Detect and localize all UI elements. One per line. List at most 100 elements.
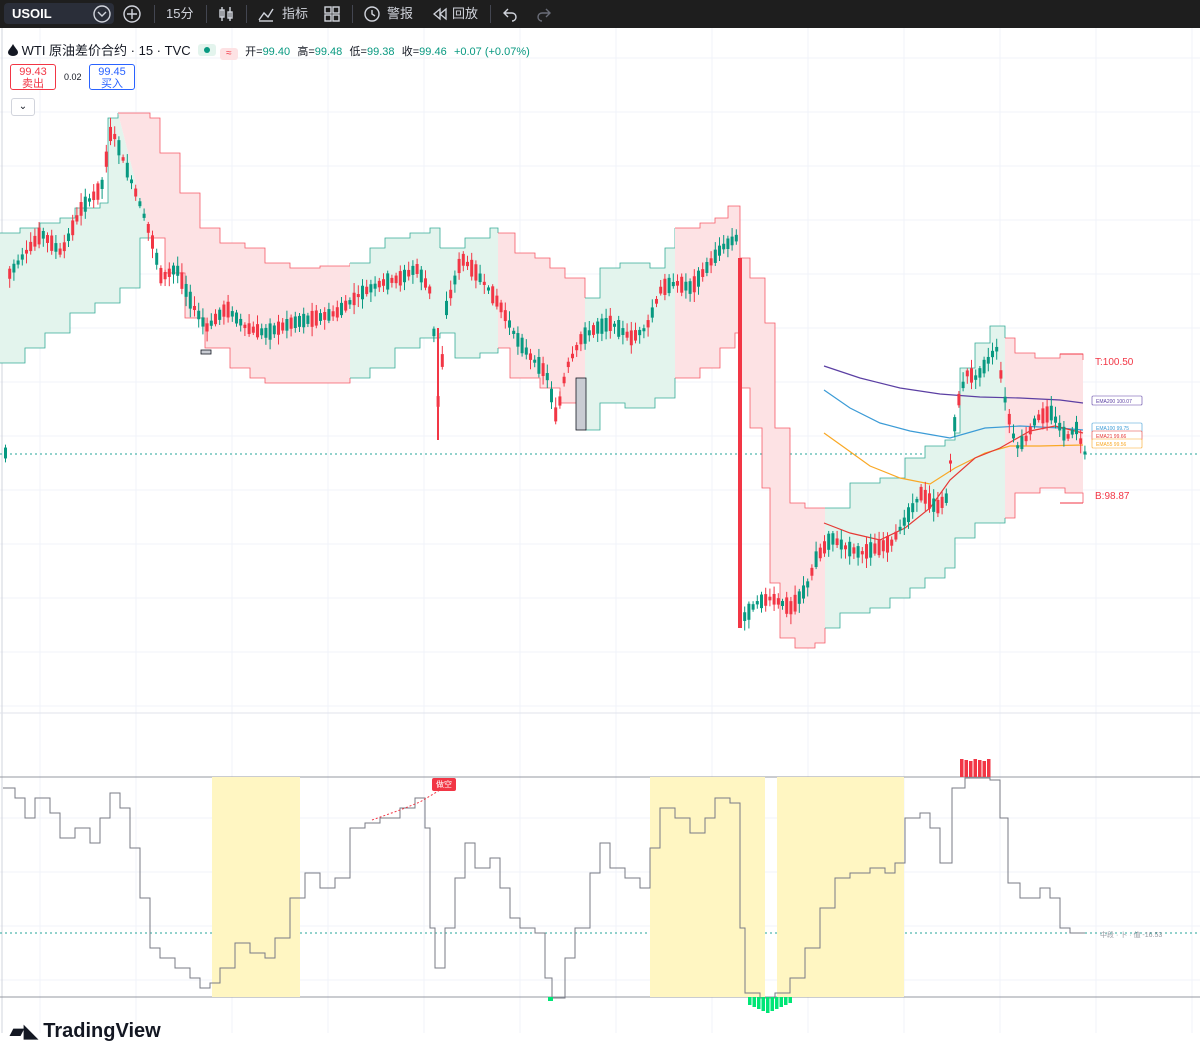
candle-body [1049, 405, 1053, 421]
candle-body [881, 540, 885, 552]
oversold-bar [779, 997, 783, 1007]
candle-body [634, 330, 637, 341]
candle-body [4, 447, 7, 459]
tradingview-watermark: ▰◣ TradingView [10, 1020, 161, 1043]
signal-trend-line [371, 789, 441, 821]
candle-body [20, 254, 24, 260]
ema200-label: EMA200 100.07 [1096, 399, 1132, 405]
undo-icon[interactable] [500, 4, 520, 24]
candle-body [209, 320, 213, 326]
candle-body [676, 281, 679, 286]
chart-annotations: T:100.50B:98.87EMA200 100.07EMA100 99.75… [1091, 357, 1143, 502]
oversold-bar [788, 997, 792, 1003]
candle-body [810, 567, 814, 576]
candle-body [487, 287, 490, 291]
candle-body [558, 396, 562, 406]
candle-body [991, 350, 994, 358]
sell-label: 卖出 [22, 78, 44, 90]
candle-body [285, 319, 289, 331]
legend-header: WTI 原油差价合约 · 15 · TVC ≈ 开=99.40 高=99.48 … [8, 40, 530, 60]
add-symbol-icon[interactable] [122, 4, 142, 24]
candle-body [873, 543, 877, 554]
replay-icon[interactable] [430, 4, 450, 24]
candle-body [230, 311, 234, 317]
candle-body [453, 275, 457, 285]
templates-icon[interactable] [322, 4, 342, 24]
chevron-down-icon: ⌄ [18, 101, 28, 112]
alert-button[interactable]: 警报 [387, 4, 413, 24]
candle-body [243, 324, 247, 329]
candle-body [671, 281, 675, 287]
candle-body [818, 547, 822, 559]
candle-body [83, 196, 87, 212]
candle-body [335, 307, 339, 318]
candle-body [155, 252, 159, 265]
candle-body [743, 612, 747, 621]
candle-body [365, 286, 369, 295]
candle-body [638, 329, 642, 336]
sell-button[interactable]: 99.43 卖出 [10, 64, 56, 90]
ema55-label: EMA55 99.56 [1096, 442, 1127, 448]
candle-body [692, 276, 696, 293]
candle-body [646, 320, 650, 328]
candle-body [159, 267, 163, 284]
candle-body [247, 323, 251, 335]
candle-body [1083, 451, 1087, 455]
candle-body [995, 346, 999, 352]
top-target-label: T:100.50 [1095, 357, 1134, 368]
candle-body [562, 376, 566, 384]
candle-body [302, 313, 306, 328]
candle-body [277, 321, 280, 335]
candle-body [46, 235, 49, 243]
candle-body [684, 281, 688, 291]
candle-body [260, 328, 264, 336]
oversold-bar [548, 997, 553, 1001]
candle-body [625, 331, 629, 338]
candle-body [1028, 426, 1032, 435]
candle-body [642, 328, 646, 332]
candle-body [314, 310, 318, 326]
oversold-bar [748, 997, 752, 1005]
collapse-legend-button[interactable]: ⌄ [11, 98, 35, 116]
chart-pane[interactable]: T:100.50 B:98.87 EMA200 100.07 EMA100 99.75… [0, 28, 1200, 1042]
data-source-icon: ≈ [219, 48, 238, 60]
symbol-label: USOIL [12, 6, 52, 21]
oscillator-highlight-zone [650, 777, 765, 997]
candle-body [100, 179, 104, 189]
candle-body [1075, 421, 1078, 435]
candle-body [403, 269, 406, 283]
candles-icon[interactable] [216, 4, 236, 24]
candle-body [369, 284, 373, 293]
candle-body [541, 363, 545, 377]
candle-body [860, 551, 864, 555]
indicators-icon[interactable] [256, 4, 276, 24]
candle-body [449, 289, 453, 299]
symbol-title[interactable]: WTI 原油差价合约 · 15 · TVC [22, 43, 191, 58]
alert-icon[interactable] [362, 4, 382, 24]
candle-body [172, 265, 175, 275]
candle-body [974, 375, 978, 380]
candle-body [180, 272, 184, 289]
candle-body [306, 315, 310, 324]
candle-body [474, 264, 478, 281]
indicators-button[interactable]: 指标 [282, 4, 308, 24]
interval-button[interactable]: 15分 [166, 4, 193, 24]
candle-body [713, 249, 717, 263]
replay-button[interactable]: 回放 [452, 4, 478, 24]
candle-body [268, 323, 272, 340]
candle-body [953, 417, 957, 432]
compare-icon[interactable] [92, 4, 112, 24]
candle-body [596, 321, 600, 334]
candle-body [356, 294, 360, 298]
candle-body [235, 312, 238, 324]
redo-icon[interactable] [534, 4, 554, 24]
candle-body [29, 241, 33, 252]
candle-body [524, 347, 528, 355]
buy-button[interactable]: 99.45 买入 [89, 64, 135, 90]
price-chart[interactable]: T:100.50B:98.87EMA200 100.07EMA100 99.75… [0, 28, 1200, 1033]
candle-body [12, 263, 16, 273]
low-label: 低= [349, 46, 367, 58]
overbought-bar [969, 761, 973, 777]
high-label: 高= [297, 46, 315, 58]
candle-body [1062, 426, 1066, 441]
